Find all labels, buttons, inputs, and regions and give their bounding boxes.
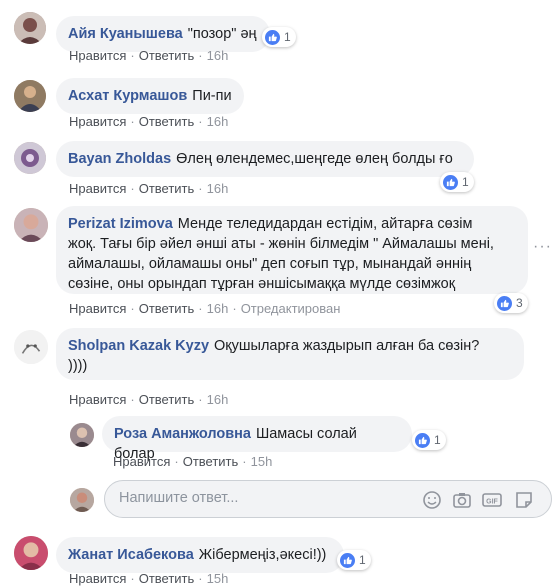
comment-text: Жібермеңіз,әкесі!)) [198,547,327,563]
comment-actions: Нравится · Ответить · 16h [69,181,229,196]
reply-link[interactable]: Ответить [139,392,195,407]
reply-input-box[interactable]: Напишите ответ... GIF [104,480,552,518]
edited-label[interactable]: Отредактирован [241,301,341,316]
comment-text-line: аймалашы, ойламашы оны" деп соғып тұр, м… [68,256,472,272]
like-link[interactable]: Нравится [69,301,126,316]
more-options-icon[interactable]: ··· [533,238,552,256]
comment-actions: Нравится · Ответить · 15h [113,454,273,469]
comment-text: Өлең өлендемес,шеңгеде өлең болды ғо [176,151,453,167]
avatar[interactable] [14,536,48,570]
comment-author[interactable]: Роза Аманжоловна [114,426,251,442]
reaction-number: 3 [516,296,523,310]
avatar[interactable] [14,12,46,44]
comment-bubble: Айя Куанышева "позор" әң [56,16,270,52]
like-link[interactable]: Нравится [69,48,126,63]
avatar[interactable] [70,423,94,447]
timestamp[interactable]: 16h [207,301,229,316]
reply-link[interactable]: Ответить [139,48,195,63]
comment-author[interactable]: Sholpan Kazak Kyzy [68,338,209,354]
reply-link[interactable]: Ответить [139,301,195,316]
current-user-avatar [70,488,94,512]
like-link[interactable]: Нравится [69,181,126,196]
comment-text-line: Менде теледидардан естідім, айтарға сөзі… [177,216,473,232]
comment-author[interactable]: Жанат Исабекова [68,547,194,563]
comment-actions: Нравится · Ответить · 16h [69,48,229,63]
comment-text-line: )))) [68,358,88,374]
reply-input[interactable]: Напишите ответ... [119,490,238,506]
comment-text: Пи-пи [192,88,232,104]
like-icon [443,174,458,190]
like-link[interactable]: Нравится [69,392,126,407]
camera-icon[interactable] [451,489,473,511]
comment-actions: Нравится · Ответить · 16h [69,114,229,129]
comment-bubble: Асхат Курмашов Пи-пи [56,78,244,114]
reaction-number: 1 [462,175,469,189]
comment-text-line: Оқушыларға жаздырып алған ба сөзін? [214,338,480,354]
reaction-number: 1 [359,553,366,567]
gif-icon[interactable]: GIF [481,489,503,511]
avatar[interactable] [14,208,48,242]
comment-author[interactable]: Асхат Курмашов [68,88,187,104]
comment-author[interactable]: Bayan Zholdas [68,151,171,167]
like-icon [415,432,430,448]
avatar[interactable] [14,330,48,364]
like-link[interactable]: Нравится [113,454,170,469]
reply-link[interactable]: Ответить [139,571,195,586]
svg-text:GIF: GIF [486,499,498,506]
comment-actions: Нравится · Ответить · 15h [69,571,229,586]
timestamp[interactable]: 16h [207,48,229,63]
reaction-count[interactable]: 1 [440,172,474,192]
comment-text-line: жоқ. Тағы бір әйел әнші аты - жөнін білм… [68,236,494,252]
avatar[interactable] [14,80,46,112]
like-icon [340,552,355,568]
comment-text: "позор" әң [187,26,257,42]
comment-bubble: Sholpan Kazak Kyzy Оқушыларға жаздырып ал… [56,328,524,380]
comment-bubble: Bayan Zholdas Өлең өлендемес,шеңгеде өлең… [56,141,474,177]
reply-link[interactable]: Ответить [183,454,239,469]
reaction-number: 1 [434,433,441,447]
timestamp[interactable]: 15h [251,454,273,469]
reaction-count[interactable]: 1 [337,550,371,570]
emoji-icon[interactable] [421,489,443,511]
comment-author[interactable]: Айя Куанышева [68,26,183,42]
sticker-icon[interactable] [513,489,535,511]
reaction-count[interactable]: 3 [494,293,528,313]
like-icon [497,295,512,311]
like-link[interactable]: Нравится [69,114,126,129]
like-link[interactable]: Нравится [69,571,126,586]
timestamp[interactable]: 16h [207,114,229,129]
reaction-number: 1 [284,30,291,44]
comment-text-line: сөзіне, оны орындап тұрған әншісымаққа м… [68,276,456,292]
timestamp[interactable]: 16h [207,392,229,407]
reaction-count[interactable]: 1 [412,430,446,450]
timestamp[interactable]: 16h [207,181,229,196]
comment-author[interactable]: Perizat Izimova [68,216,173,232]
avatar[interactable] [14,142,46,174]
timestamp[interactable]: 15h [207,571,229,586]
reply-link[interactable]: Ответить [139,181,195,196]
comment-actions: Нравится · Ответить · 16h · Отредактирован [69,301,341,316]
reaction-count[interactable]: 1 [262,27,296,47]
reply-bubble: Роза Аманжоловна Шамасы солай болар [102,416,412,462]
reply-link[interactable]: Ответить [139,114,195,129]
comment-bubble: Жанат Исабекова Жібермеңіз,әкесі!)) [56,537,344,573]
comment-bubble: Perizat Izimova Менде теледидардан естіді… [56,206,528,294]
comment-actions: Нравится · Ответить · 16h [69,392,229,407]
like-icon [265,29,280,45]
